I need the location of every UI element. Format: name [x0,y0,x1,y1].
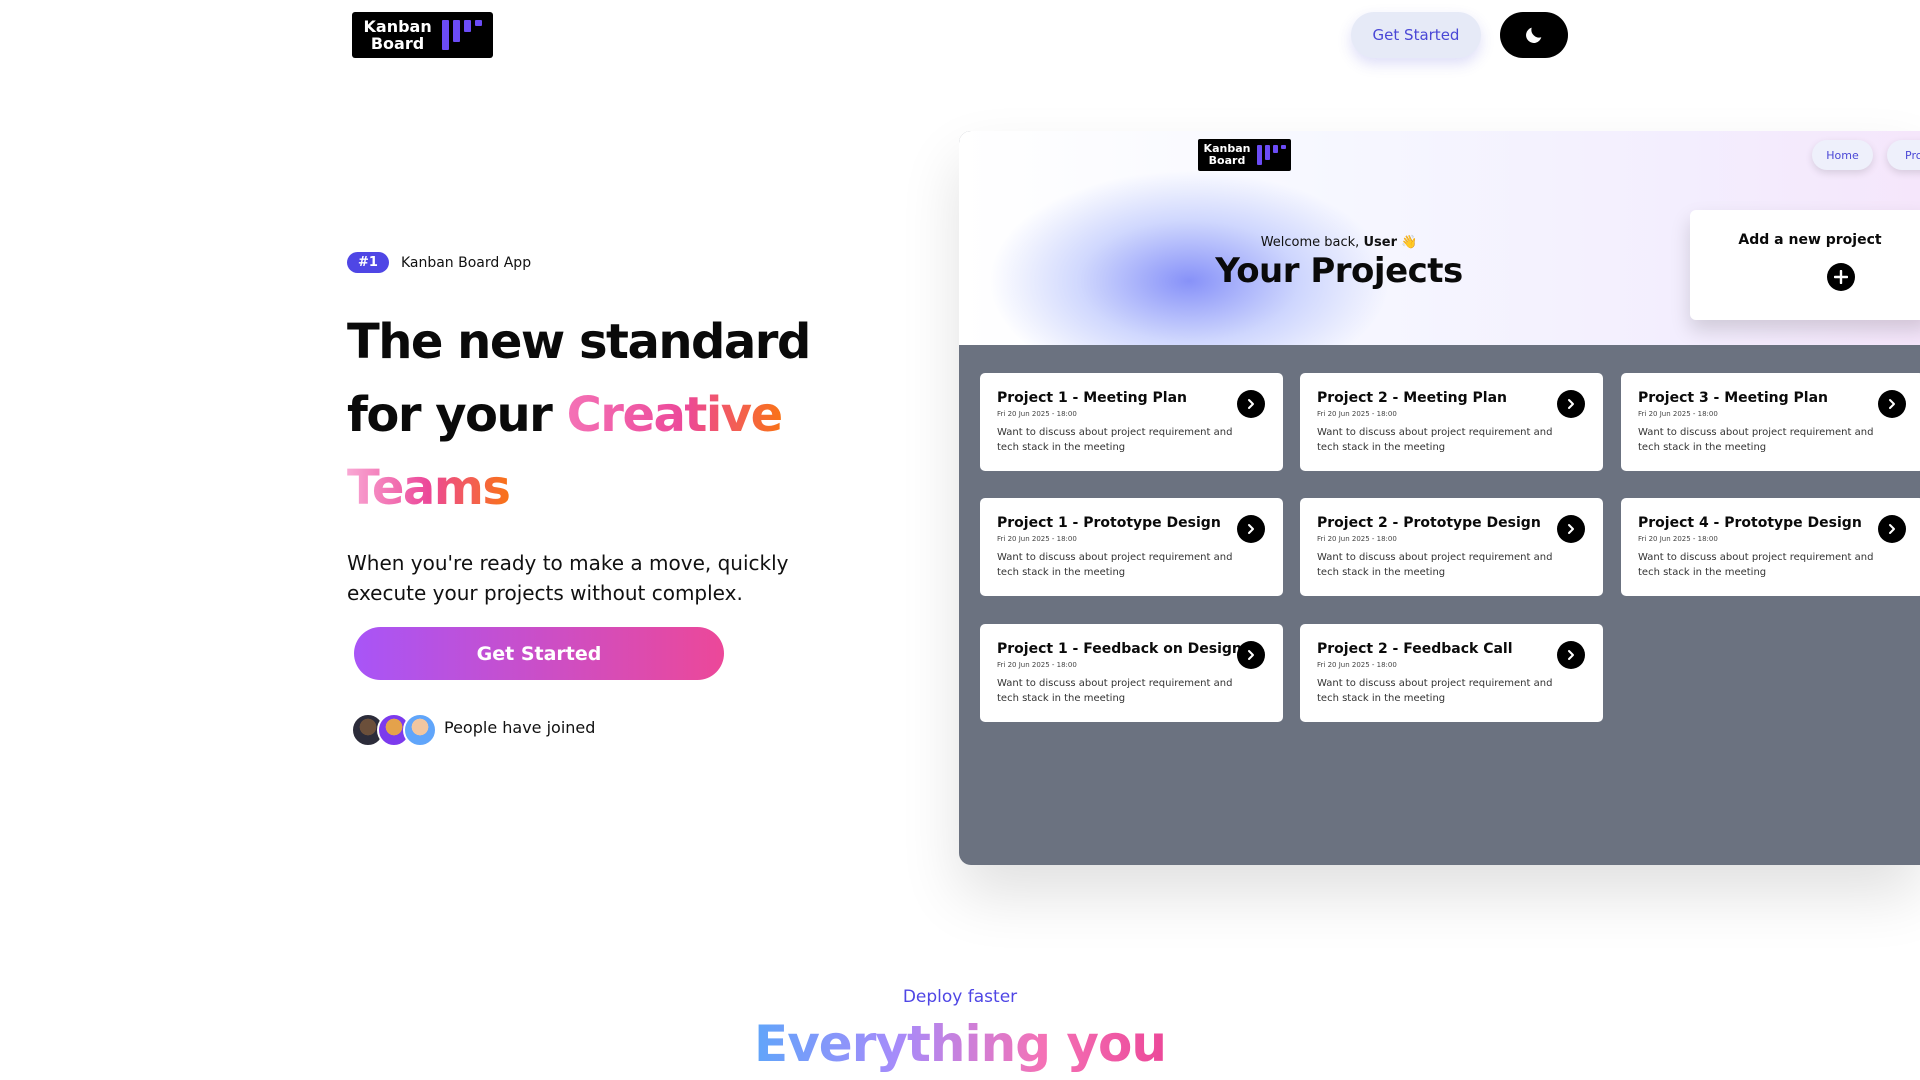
project-date: Fri 20 Jun 2025 - 18:00 [997,661,1077,669]
chevron-right-icon[interactable] [1237,641,1265,669]
project-card[interactable]: Project 4 - Prototype Design Fri 20 Jun … [1621,498,1920,596]
chevron-right-icon[interactable] [1557,390,1585,418]
chevron-right-icon[interactable] [1878,515,1906,543]
theme-toggle-button[interactable] [1500,12,1568,58]
headline-highlight-creative: Creative [566,387,784,443]
project-card[interactable]: Project 2 - Feedback Call Fri 20 Jun 202… [1300,624,1603,722]
project-title: Project 2 - Meeting Plan [1317,390,1507,406]
project-title: Project 1 - Feedback on Design [997,641,1242,657]
project-card[interactable]: Project 3 - Meeting Plan Fri 20 Jun 2025… [1621,373,1920,471]
project-description: Want to discuss about project requiremen… [997,427,1233,453]
rank-badge: #1 [347,252,389,273]
welcome-text: Welcome back, User 👋 [959,235,1719,250]
project-card[interactable]: Project 1 - Meeting Plan Fri 20 Jun 2025… [980,373,1283,471]
avatar [403,713,437,747]
moon-icon [1526,27,1542,43]
add-project-label: Add a new project [1738,232,1882,248]
hero-headline: The new standard for your Creative Teams [347,306,867,525]
wave-icon: 👋 [1401,235,1418,250]
chevron-right-icon[interactable] [1237,390,1265,418]
welcome-user: User [1363,235,1397,250]
chevron-right-icon[interactable] [1237,515,1265,543]
project-description: Want to discuss about project requiremen… [1317,427,1553,453]
kanban-logo-icon [1257,145,1286,165]
project-title: Project 1 - Prototype Design [997,515,1221,531]
preview-header: Kanban Board Home Pro Welcome back, User… [959,131,1920,345]
badge-label: Kanban Board App [400,254,532,271]
headline-line-1: The new standard [347,314,811,370]
headline-highlight-teams: Teams [347,460,511,516]
preview-nav-home[interactable]: Home [1812,140,1873,170]
hero-subtext: When you're ready to make a move, quickl… [347,551,789,605]
project-date: Fri 20 Jun 2025 - 18:00 [1638,535,1718,543]
project-description: Want to discuss about project requiremen… [1638,552,1874,578]
project-description: Want to discuss about project requiremen… [997,552,1233,578]
preview-logo-text: Kanban Board [1203,142,1251,167]
features-heading: Everything you [0,1015,1920,1073]
project-card[interactable]: Project 2 - Meeting Plan Fri 20 Jun 2025… [1300,373,1603,471]
header-get-started-button[interactable]: Get Started [1351,12,1481,58]
hero-get-started-button[interactable]: Get Started [354,627,724,680]
hero-badge-row: #1 Kanban Board App [347,252,531,273]
project-description: Want to discuss about project requiremen… [997,678,1233,704]
your-projects-title: Your Projects [1215,251,1463,291]
kanban-logo-icon [441,20,482,50]
headline-line-2: for your Creative [347,379,867,452]
features-heading-text: Everything you [754,1015,1167,1073]
project-description: Want to discuss about project requiremen… [1317,678,1553,704]
project-title: Project 1 - Meeting Plan [997,390,1187,406]
project-title: Project 2 - Feedback Call [1317,641,1513,657]
people-joined-text: People have joined [444,718,596,737]
app-preview: Kanban Board Home Pro Welcome back, User… [959,131,1920,865]
project-date: Fri 20 Jun 2025 - 18:00 [1638,410,1718,418]
logo[interactable]: Kanban Board [352,12,493,58]
project-date: Fri 20 Jun 2025 - 18:00 [1317,661,1397,669]
welcome-prefix: Welcome back, [1260,235,1364,250]
project-title: Project 4 - Prototype Design [1638,515,1862,531]
project-title: Project 2 - Prototype Design [1317,515,1541,531]
chevron-right-icon[interactable] [1557,641,1585,669]
project-card[interactable]: Project 1 - Prototype Design Fri 20 Jun … [980,498,1283,596]
project-date: Fri 20 Jun 2025 - 18:00 [1317,410,1397,418]
project-description: Want to discuss about project requiremen… [1317,552,1553,578]
add-project-card[interactable]: Add a new project [1690,210,1920,320]
project-date: Fri 20 Jun 2025 - 18:00 [1317,535,1397,543]
avatar-group [351,713,437,747]
project-date: Fri 20 Jun 2025 - 18:00 [997,535,1077,543]
chevron-right-icon[interactable] [1557,515,1585,543]
plus-icon[interactable] [1827,263,1855,291]
project-card[interactable]: Project 2 - Prototype Design Fri 20 Jun … [1300,498,1603,596]
logo-text: Kanban Board [363,17,432,53]
project-date: Fri 20 Jun 2025 - 18:00 [997,410,1077,418]
headline-line-3: Teams [347,452,867,525]
preview-nav-projects[interactable]: Pro [1887,140,1920,170]
headline-prefix: for your [347,387,567,443]
chevron-right-icon[interactable] [1878,390,1906,418]
features-eyebrow: Deploy faster [902,987,1018,1007]
project-card[interactable]: Project 1 - Feedback on Design Fri 20 Ju… [980,624,1283,722]
project-description: Want to discuss about project requiremen… [1638,427,1874,453]
preview-logo: Kanban Board [1198,139,1291,171]
project-title: Project 3 - Meeting Plan [1638,390,1828,406]
